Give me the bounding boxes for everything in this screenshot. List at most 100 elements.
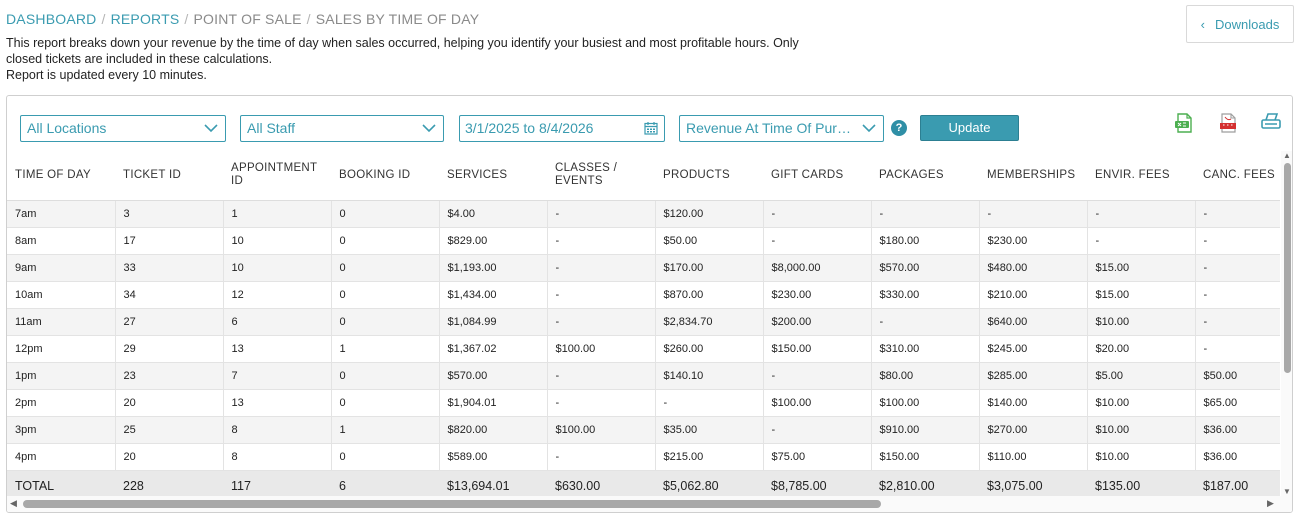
location-select-value: All Locations [27,120,107,136]
table-cell: $50.00 [655,227,764,255]
table-row: 3pm 25 8 1 $820.00 $100.00 $35.00- $910.00 $270.… [7,416,1280,444]
table-cell: - [979,200,1088,228]
table-cell: 33 [115,254,224,282]
table-cell: $820.00 [439,416,548,444]
table-cell: $35.00 [655,416,764,444]
table-cell: $570.00 [439,362,548,390]
column-header[interactable]: CLASSES / EVENTS [547,151,655,201]
table-cell: $230.00 [979,227,1088,255]
breadcrumb-dashboard[interactable]: DASHBOARD [6,11,96,27]
table-cell: 0 [331,389,440,417]
column-header[interactable]: APPOINTMENT ID [223,151,331,201]
report-update-note: Report is updated every 10 minutes. [6,68,207,82]
scroll-left-icon[interactable]: ◀ [10,498,17,509]
revenue-mode-value: Revenue At Time Of Purc... [686,120,856,136]
total-cell: $13,694.01 [439,470,547,496]
total-cell: 117 [223,470,331,496]
table-cell: 17 [115,227,224,255]
table-cell: - [547,443,656,471]
table-cell: $1,193.00 [439,254,548,282]
help-icon[interactable]: ? [891,120,907,136]
table-cell: $1,084.99 [439,308,548,336]
table-cell: 1 [223,200,332,228]
table-cell: $1,904.01 [439,389,548,417]
date-range-value: 3/1/2025 to 8/4/2026 [465,120,594,136]
table-cell: - [1195,281,1280,309]
column-header[interactable]: GIFT CARDS [763,151,871,201]
table-cell: 11am [7,308,116,336]
table-cell: - [1195,200,1280,228]
table-cell: 8 [223,443,332,471]
table-cell: - [763,416,872,444]
staff-select[interactable]: All Staff [240,115,444,142]
table-cell: $5.00 [1087,362,1196,390]
revenue-mode-select[interactable]: Revenue At Time Of Purc... [679,115,884,142]
column-header[interactable]: MEMBERSHIPS [979,151,1087,201]
report-description-text: This report breaks down your revenue by … [6,36,799,66]
table-cell: $4.00 [439,200,548,228]
table-cell: 13 [223,335,332,363]
table-cell: $8,000.00 [763,254,872,282]
calendar-icon[interactable] [644,121,658,135]
total-cell: TOTAL [7,470,115,496]
table-cell: - [763,362,872,390]
table-cell: $150.00 [871,443,980,471]
breadcrumb-reports[interactable]: REPORTS [111,11,180,27]
table-cell: 13 [223,389,332,417]
column-header[interactable]: TICKET ID [115,151,223,201]
column-header[interactable]: CANC. FEES [1195,151,1280,201]
table-cell: 9am [7,254,116,282]
horizontal-scrollbar[interactable]: ◀ ▶ [7,496,1292,512]
table-row: 8am 17 10 0 $829.00- $50.00- $180.00 $230.00- - [7,227,1280,255]
column-header[interactable]: SERVICES [439,151,547,201]
breadcrumb-current-page: SALES BY TIME OF DAY [315,11,480,27]
table-cell: 20 [115,443,224,471]
table-cell: $170.00 [655,254,764,282]
table-cell: 1pm [7,362,116,390]
vertical-scrollbar[interactable]: ▲ ▼ [1281,151,1292,496]
table-cell: 8am [7,227,116,255]
location-select[interactable]: All Locations [20,115,226,142]
filter-bar: All Locations All Staff 3/1/2025 to 8/4/… [7,96,1292,151]
column-header[interactable]: PACKAGES [871,151,979,201]
horizontal-scroll-thumb[interactable] [23,500,881,508]
total-cell: $187.00 [1195,470,1280,496]
scroll-right-icon[interactable]: ▶ [1267,498,1274,509]
table-cell: $1,434.00 [439,281,548,309]
table-cell: 7am [7,200,116,228]
total-cell: 228 [115,470,223,496]
update-button[interactable]: Update [920,115,1019,141]
table-cell: 12pm [7,335,116,363]
column-header[interactable]: TIME OF DAY [7,151,115,201]
breadcrumb-separator: / [306,11,311,27]
table-cell: 25 [115,416,224,444]
column-header[interactable]: PRODUCTS [655,151,763,201]
scroll-down-icon[interactable]: ▼ [1283,487,1291,496]
table-cell: $230.00 [763,281,872,309]
table-cell: - [547,227,656,255]
scroll-up-icon[interactable]: ▲ [1283,151,1291,160]
total-cell: $3,075.00 [979,470,1087,496]
column-header[interactable]: BOOKING ID [331,151,439,201]
print-icon[interactable] [1260,112,1282,134]
table-cell: - [547,362,656,390]
csv-export-icon[interactable] [1173,112,1195,134]
table-cell: $330.00 [871,281,980,309]
table-cell: 1 [331,335,440,363]
table-cell: - [547,389,656,417]
table-cell: $100.00 [871,389,980,417]
table-cell: $2,834.70 [655,308,764,336]
table-cell: 0 [331,443,440,471]
report-table-container: TIME OF DAY TICKET ID APPOINTMENT ID BOO… [7,151,1280,496]
column-header[interactable]: ENVIR. FEES [1087,151,1195,201]
pdf-export-icon[interactable] [1217,112,1239,134]
date-range-input[interactable]: 3/1/2025 to 8/4/2026 [459,115,665,142]
breadcrumb-separator: / [184,11,189,27]
table-cell: - [1195,308,1280,336]
downloads-button[interactable]: ‹ Downloads [1186,5,1294,43]
table-cell: 0 [331,254,440,282]
breadcrumb: DASHBOARD / REPORTS / POINT OF SALE / SALES BY… [6,11,479,27]
table-cell: 2pm [7,389,116,417]
report-panel: All Locations All Staff 3/1/2025 to 8/4/… [6,95,1293,513]
vertical-scroll-thumb[interactable] [1284,163,1291,373]
